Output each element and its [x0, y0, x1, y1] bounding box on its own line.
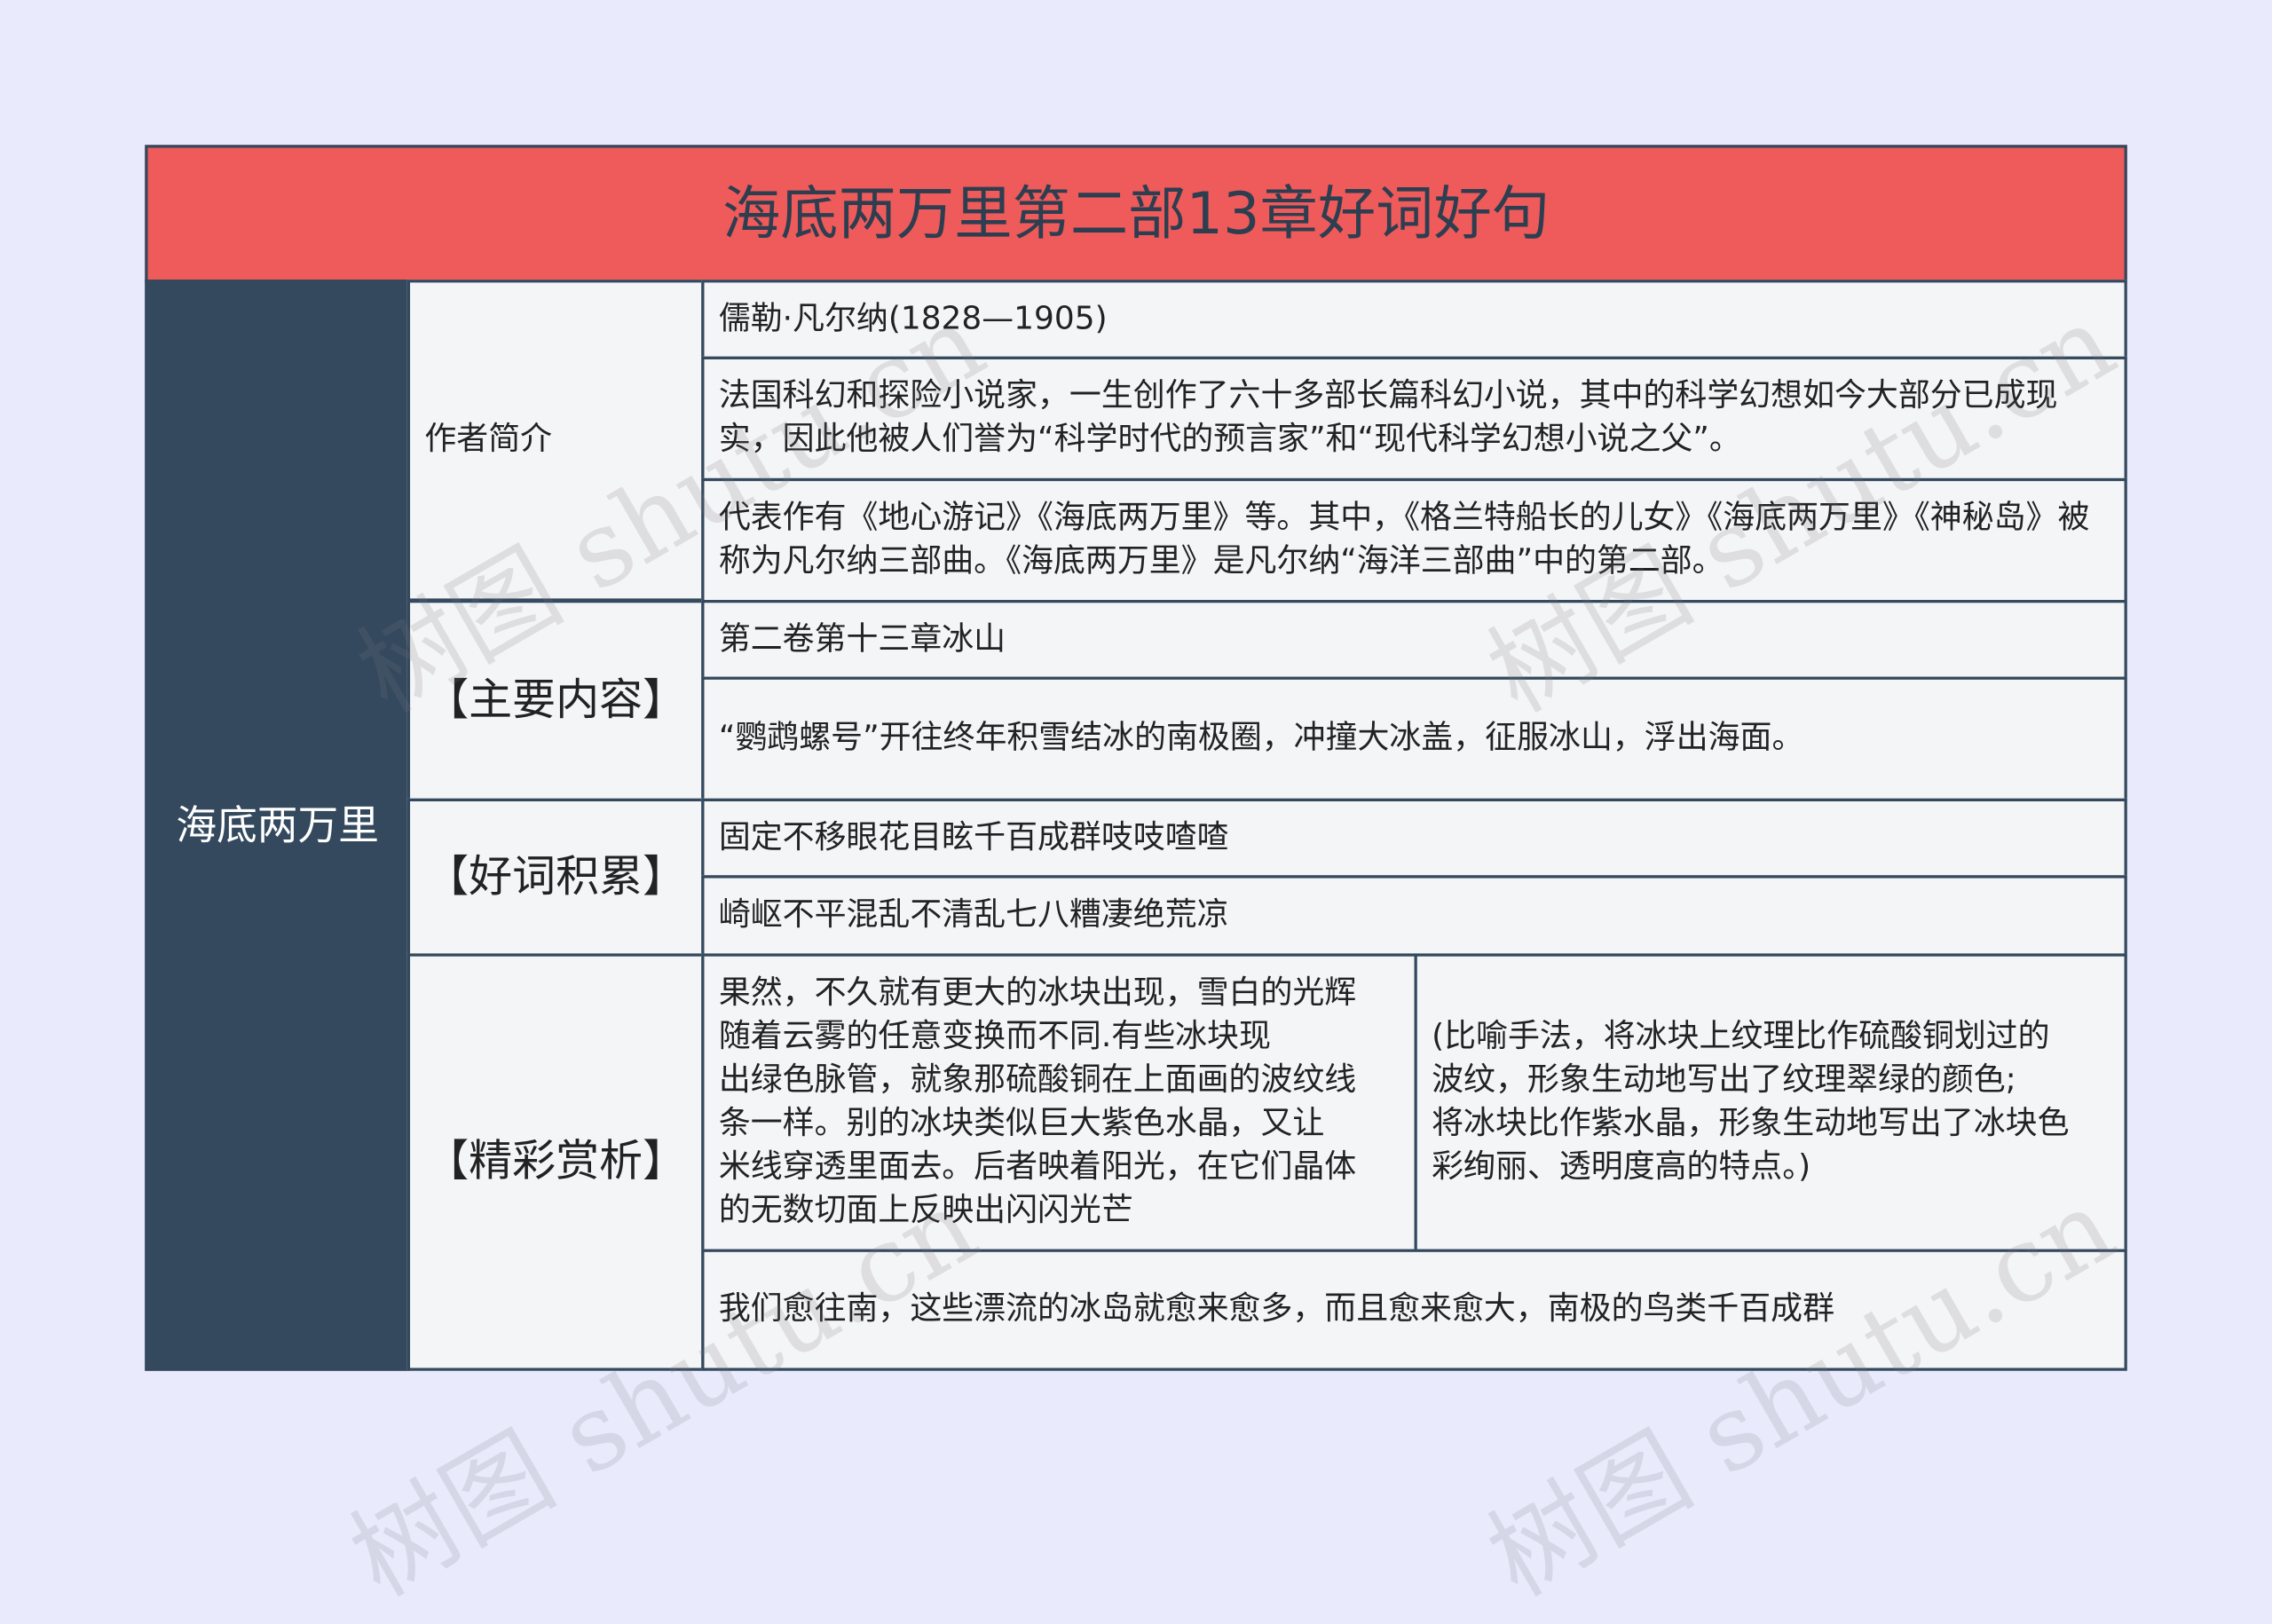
comment-line: 将冰块比作紫水晶，形象生动地写出了冰块色	[1432, 1105, 2070, 1142]
chapter-title: 第二卷第十三章冰山	[701, 600, 2127, 680]
diagram-title: 海底两万里第二部13章好词好句	[145, 145, 2127, 283]
words-row-1: 固定不移眼花目眩千百成群吱吱喳喳	[701, 798, 2127, 879]
chapter-summary: “鹦鹉螺号”开往终年积雪结冰的南极圈，冲撞大冰盖，征服冰山，浮出海面。	[701, 676, 2127, 801]
analysis-quote-text: 果然，不久就有更大的冰块出现，雪白的光辉 随着云雾的任意变换而不同.有些冰块现 …	[719, 973, 1356, 1234]
quote-line: 条一样。别的冰块类似巨大紫色水晶，又让	[718, 1105, 1325, 1142]
quote-line: 随着云雾的任意变换而不同.有些冰块现	[718, 1018, 1271, 1055]
mind-map-table: 海底两万里第二部13章好词好句 海底两万里 作者简介 儒勒·凡尔纳(1828—1…	[0, 0, 2272, 1620]
author-works: 代表作有《地心游记》《海底两万里》等。其中，《格兰特船长的儿女》《海底两万里》《…	[701, 477, 2127, 603]
category-analysis: 【精彩赏析】	[406, 953, 705, 1371]
category-good-words: 【好词积累】	[406, 798, 705, 957]
comment-line: 波纹，形象生动地写出了纹理翠绿的颜色;	[1432, 1061, 2016, 1099]
author-name: 儒勒·凡尔纳(1828—1905)	[701, 280, 2127, 359]
comment-line: (比喻手法，将冰块上纹理比作硫酸铜划过的	[1432, 1018, 2050, 1055]
analysis-quote: 果然，不久就有更大的冰块出现，雪白的光辉 随着云雾的任意变换而不同.有些冰块现 …	[701, 953, 1417, 1252]
quote-line: 出绿色脉管，就象那硫酸铜在上面画的波纹线	[718, 1061, 1357, 1099]
words-row-2: 崎岖不平混乱不清乱七八糟凄绝荒凉	[701, 875, 2127, 957]
analysis-comment-text: (比喻手法，将冰块上纹理比作硫酸铜划过的 波纹，形象生动地写出了纹理翠绿的颜色;…	[1432, 1016, 2069, 1190]
quote-line: 的无数切面上反映出闪闪光芒	[718, 1192, 1133, 1229]
quote-line: 果然，不久就有更大的冰块出现，雪白的光辉	[718, 974, 1357, 1012]
quote-line: 米线穿透里面去。后者映着阳光，在它们晶体	[718, 1148, 1357, 1186]
root-node: 海底两万里	[145, 280, 411, 1371]
comment-line: 彩绚丽、透明度高的特点。)	[1432, 1148, 1811, 1186]
author-bio: 法国科幻和探险小说家，一生创作了六十多部长篇科幻小说，其中的科学幻想如今大部分已…	[701, 356, 2127, 482]
category-main-content: 【主要内容】	[406, 600, 705, 801]
analysis-comment: (比喻手法，将冰块上纹理比作硫酸铜划过的 波纹，形象生动地写出了纹理翠绿的颜色;…	[1414, 953, 2127, 1252]
analysis-last-sentence: 我们愈往南，这些漂流的冰岛就愈来愈多，而且愈来愈大，南极的鸟类千百成群	[701, 1249, 2127, 1371]
category-author: 作者简介	[406, 280, 705, 602]
